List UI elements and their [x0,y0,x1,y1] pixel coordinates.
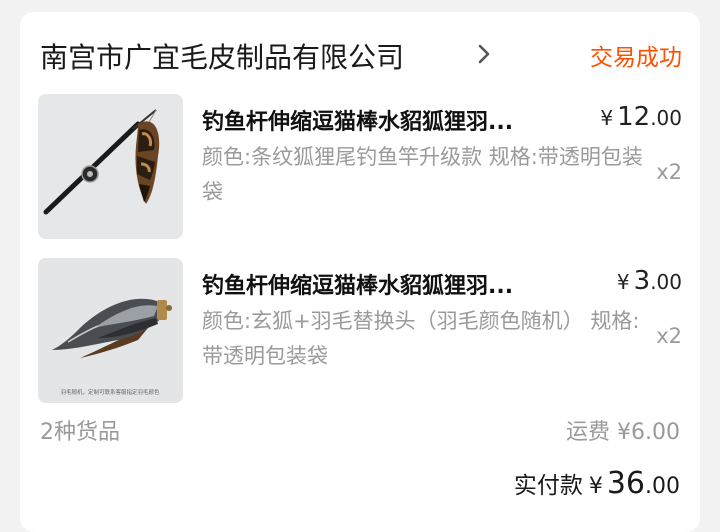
product-image[interactable]: 羽毛随机，定制可联系客服指定羽毛颜色 [38,258,183,403]
fishing-rod-fox-tail-image [38,94,183,239]
total-integer: 36 [606,466,645,501]
price-decimal: .00 [650,270,682,294]
shipping-label: 运费 [566,420,611,445]
price-integer: 3 [633,266,651,296]
total-label: 实付款 [513,473,583,499]
item-count: 2种货品 [40,420,120,445]
price-currency: ¥ [616,270,630,294]
shipping-value: 6.00 [631,420,680,445]
total-decimal: .00 [645,474,680,499]
item-title[interactable]: 钓鱼杆伸缩逗猫棒水貂狐狸羽... [202,104,582,136]
order-card: 南宫市广宜毛皮制品有限公司 交易成功 钓鱼杆伸缩逗猫棒水貂狐狸羽... ¥ 12… [20,12,700,532]
item-title[interactable]: 钓鱼杆伸缩逗猫棒水貂狐狸羽... [202,268,582,300]
order-item[interactable]: 钓鱼杆伸缩逗猫棒水貂狐狸羽... ¥12.00 颜色:条纹狐狸尾钓鱼竿升级款 规… [38,94,682,240]
fox-fur-feather-head-image: 羽毛随机，定制可联系客服指定羽毛颜色 [38,258,183,403]
total-currency: ¥ [588,474,603,499]
shipping-currency: ¥ [617,420,632,445]
chevron-right-icon[interactable] [472,42,496,66]
product-image[interactable] [38,94,183,239]
shipping-fee: 运费 ¥6.00 [566,414,680,446]
image-caption: 羽毛随机，定制可联系客服指定羽毛颜色 [60,388,160,396]
price-currency: ¥ [600,106,614,130]
price-integer: 12 [617,102,651,132]
item-quantity: x2 [656,160,682,184]
item-quantity: x2 [656,324,682,348]
item-price: ¥12.00 [600,102,682,132]
price-decimal: .00 [650,106,682,130]
shop-name[interactable]: 南宫市广宜毛皮制品有限公司 [40,36,404,76]
shop-header[interactable]: 南宫市广宜毛皮制品有限公司 交易成功 [40,34,682,74]
item-price: ¥3.00 [617,266,682,296]
order-item[interactable]: 羽毛随机，定制可联系客服指定羽毛颜色 钓鱼杆伸缩逗猫棒水貂狐狸羽... ¥3.0… [38,258,682,404]
total-paid: 实付款 ¥36.00 [514,466,680,501]
order-status: 交易成功 [590,45,682,71]
item-spec: 颜色:玄狐+羽毛替换头（羽毛颜色随机） 规格:带透明包装袋 [202,309,640,368]
item-spec: 颜色:条纹狐狸尾钓鱼竿升级款 规格:带透明包装袋 [202,145,643,204]
